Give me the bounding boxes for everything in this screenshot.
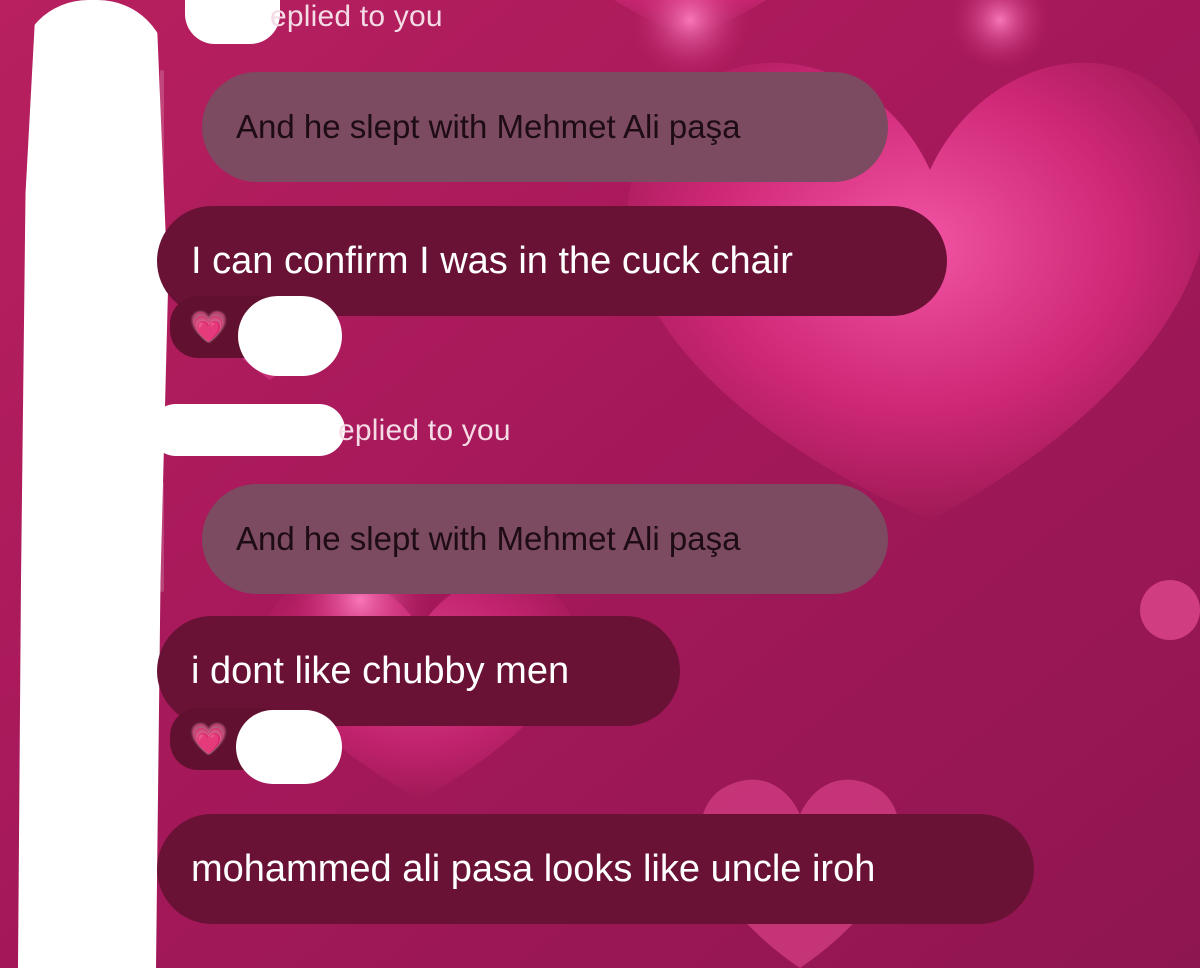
redaction-reactor [236, 710, 342, 784]
message-text: I can confirm I was in the cuck chair [191, 239, 793, 282]
pink-heart-icon: 💗 [190, 721, 228, 757]
quoted-message[interactable]: And he slept with Mehmet Ali paşa [202, 484, 888, 594]
chat-screen: eplied to you And he slept with Mehmet A… [0, 0, 1200, 968]
quoted-message[interactable]: And he slept with Mehmet Ali paşa [202, 72, 888, 182]
message-bubble[interactable]: mohammed ali pasa looks like uncle iroh [157, 814, 1034, 924]
redaction-mark [18, 0, 168, 968]
reply-indicator [160, 70, 164, 180]
message-text: mohammed ali pasa looks like uncle iroh [191, 847, 876, 890]
redaction-name [185, 0, 280, 44]
message-text: i dont like chubby men [191, 649, 570, 692]
reply-header: eplied to you [338, 414, 511, 447]
quoted-message-text: And he slept with Mehmet Ali paşa [236, 108, 741, 145]
redaction-name [150, 404, 345, 456]
quoted-message-text: And he slept with Mehmet Ali paşa [236, 520, 741, 557]
reply-header: eplied to you [270, 0, 443, 33]
pink-heart-icon: 💗 [190, 309, 228, 345]
reply-indicator [160, 482, 164, 592]
redaction-reactor [238, 296, 342, 376]
